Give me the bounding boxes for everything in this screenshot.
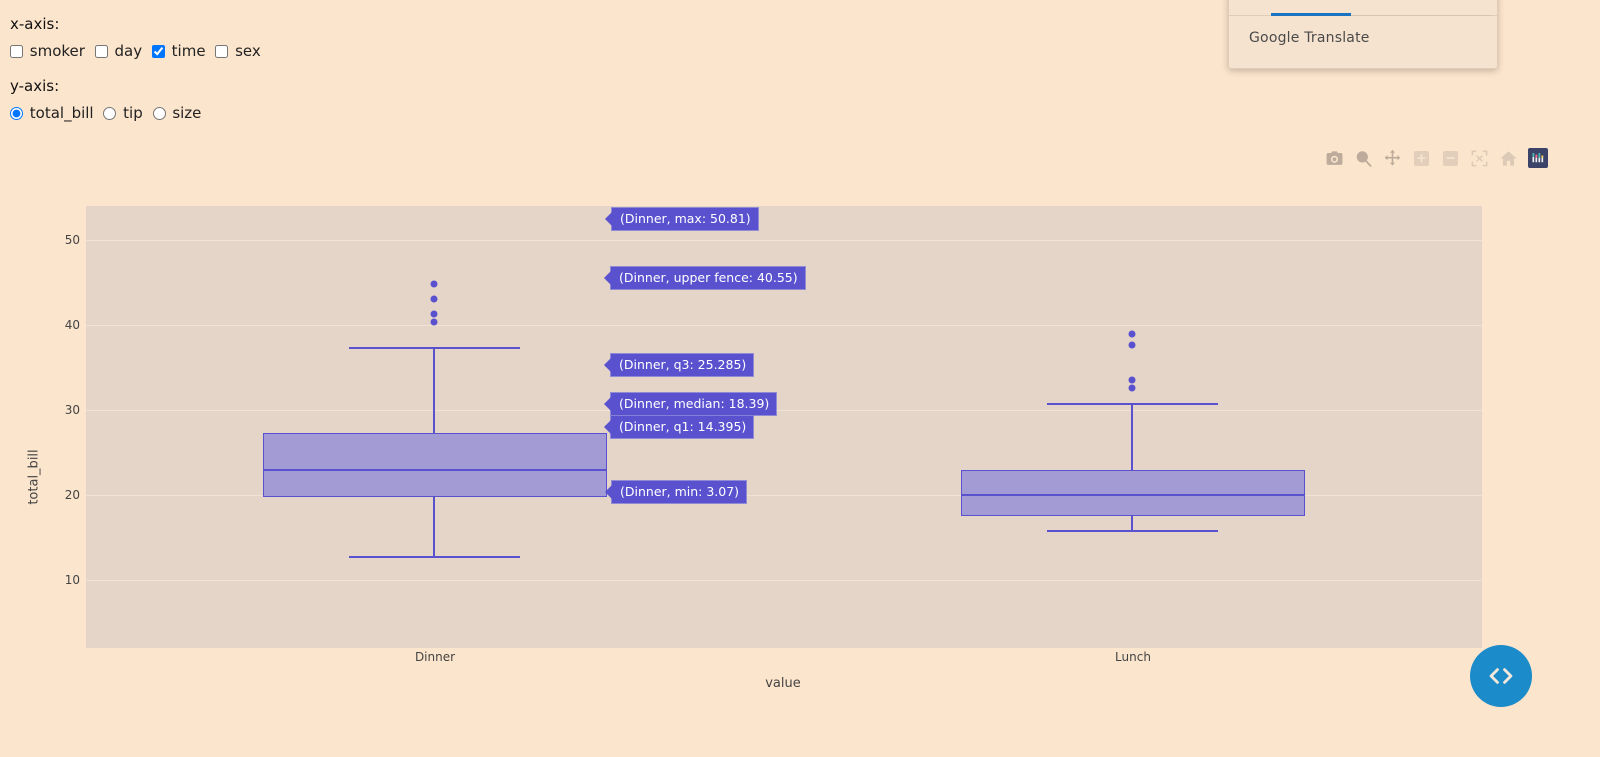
dinner-lower-whisker bbox=[433, 497, 435, 557]
y-option-tip[interactable]: tip bbox=[103, 102, 143, 124]
dinner-median-line bbox=[263, 469, 607, 471]
x-tick-lunch: Lunch bbox=[1115, 650, 1151, 664]
lunch-outlier-point[interactable] bbox=[1128, 341, 1136, 349]
x-axis-option-group: smoker day time sex bbox=[10, 40, 710, 62]
code-brackets-icon bbox=[1489, 668, 1513, 684]
code-fab-button[interactable] bbox=[1470, 645, 1532, 707]
lunch-upper-whisker bbox=[1131, 403, 1133, 471]
y-label-total-bill[interactable]: total_bill bbox=[30, 104, 94, 122]
x-checkbox-sex[interactable] bbox=[215, 45, 229, 58]
zoom-in-icon[interactable] bbox=[1412, 149, 1431, 168]
lunch-outlier-point[interactable] bbox=[1128, 376, 1136, 384]
lunch-box[interactable] bbox=[961, 470, 1305, 516]
y-radio-total-bill[interactable] bbox=[10, 107, 23, 120]
lunch-min-cap bbox=[1047, 530, 1218, 532]
autoscale-icon[interactable] bbox=[1470, 149, 1489, 168]
dinner-outlier-point[interactable] bbox=[430, 295, 438, 303]
inactive-tab-line bbox=[1351, 15, 1491, 16]
lunch-outlier-point[interactable] bbox=[1128, 384, 1136, 392]
reset-axes-icon[interactable] bbox=[1499, 149, 1518, 168]
gridline-10 bbox=[86, 580, 1482, 581]
camera-icon[interactable] bbox=[1325, 149, 1344, 168]
annotation-median: (Dinner, median: 18.39) bbox=[611, 393, 777, 415]
annotation-max: (Dinner, max: 50.81) bbox=[612, 208, 758, 230]
x-checkbox-day[interactable] bbox=[94, 45, 108, 58]
plotly-modebar[interactable] bbox=[1325, 148, 1548, 168]
pan-icon[interactable] bbox=[1383, 149, 1402, 168]
dinner-min-cap bbox=[349, 556, 520, 558]
dinner-outlier-point[interactable] bbox=[430, 318, 438, 326]
boxplot-figure: total_bill 50 40 30 20 10 Dinner Lunch v… bbox=[0, 140, 1570, 691]
y-axis-title: total_bill bbox=[26, 449, 42, 505]
translate-tabbar bbox=[1229, 0, 1497, 16]
google-translate-popup[interactable]: Google Translate bbox=[1228, 0, 1498, 69]
x-checkbox-smoker[interactable] bbox=[10, 45, 23, 58]
annotation-min: (Dinner, min: 3.07) bbox=[612, 481, 747, 503]
x-tick-dinner: Dinner bbox=[414, 650, 456, 664]
gridline-30 bbox=[86, 410, 1482, 411]
x-option-sex[interactable]: sex bbox=[215, 40, 261, 62]
zoom-icon[interactable] bbox=[1354, 149, 1373, 168]
y-tick-50: 50 bbox=[64, 233, 80, 247]
gridline-40 bbox=[86, 325, 1482, 326]
dinner-outlier-point[interactable] bbox=[430, 310, 438, 318]
y-radio-tip[interactable] bbox=[103, 107, 117, 120]
y-radio-size[interactable] bbox=[152, 107, 166, 120]
x-option-day[interactable]: day bbox=[94, 40, 143, 62]
x-label-day[interactable]: day bbox=[115, 42, 143, 60]
dinner-box[interactable] bbox=[263, 433, 607, 497]
x-option-time[interactable]: time bbox=[151, 40, 206, 62]
x-axis-heading: x-axis: bbox=[10, 15, 60, 33]
y-tick-10: 10 bbox=[64, 573, 80, 587]
zoom-out-icon[interactable] bbox=[1441, 149, 1460, 168]
y-tick-30: 30 bbox=[64, 403, 80, 417]
y-option-total-bill[interactable]: total_bill bbox=[10, 102, 94, 124]
annotation-upper-fence: (Dinner, upper fence: 40.55) bbox=[611, 267, 805, 289]
y-option-size[interactable]: size bbox=[152, 102, 201, 124]
annotation-q3: (Dinner, q3: 25.285) bbox=[611, 354, 754, 376]
y-tick-20: 20 bbox=[64, 488, 80, 502]
x-axis-title: value bbox=[765, 676, 801, 691]
plotly-logo-icon[interactable] bbox=[1528, 148, 1548, 168]
x-label-sex[interactable]: sex bbox=[235, 42, 261, 60]
gridline-50 bbox=[86, 240, 1482, 241]
y-label-tip[interactable]: tip bbox=[123, 104, 143, 122]
y-tick-40: 40 bbox=[64, 318, 80, 332]
lunch-median-line bbox=[961, 494, 1305, 496]
translate-popup-title: Google Translate bbox=[1249, 30, 1370, 46]
lunch-lower-whisker bbox=[1131, 516, 1133, 531]
active-tab-indicator bbox=[1271, 13, 1351, 16]
annotation-q1: (Dinner, q1: 14.395) bbox=[611, 416, 754, 438]
lunch-outlier-point[interactable] bbox=[1128, 330, 1136, 338]
x-label-time[interactable]: time bbox=[172, 42, 206, 60]
y-label-size[interactable]: size bbox=[172, 104, 201, 122]
translate-popup-body: Google Translate bbox=[1229, 16, 1497, 68]
dinner-outlier-point[interactable] bbox=[430, 280, 438, 288]
x-checkbox-time[interactable] bbox=[151, 45, 165, 58]
x-label-smoker[interactable]: smoker bbox=[30, 42, 85, 60]
y-axis-heading: y-axis: bbox=[10, 77, 60, 95]
axis-controls: x-axis: smoker day time sex y-axis: tota… bbox=[10, 14, 710, 138]
y-axis-option-group: total_bill tip size bbox=[10, 102, 710, 124]
x-option-smoker[interactable]: smoker bbox=[10, 40, 85, 62]
